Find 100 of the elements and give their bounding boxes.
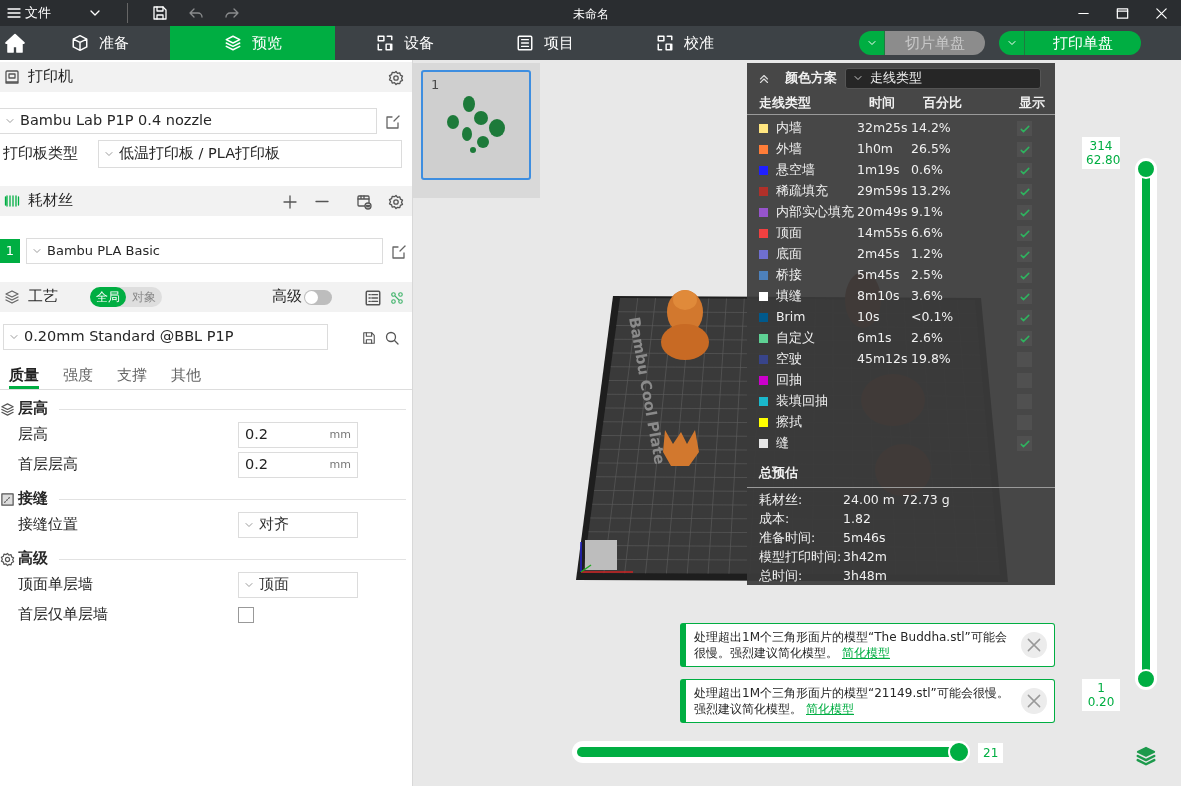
move-slider[interactable] [572,741,970,763]
column-header: 百分比 [923,94,963,113]
percent-value: <0.1% [911,308,955,327]
layer-slider[interactable] [1135,158,1157,690]
line-type-name: 缝 [776,434,790,453]
time-value: 1m19s [857,161,901,180]
visibility-checkbox[interactable] [1017,205,1032,220]
time-value: 2m45s [857,245,901,264]
move-value: 21 [978,743,1004,763]
printer-icon [4,69,20,85]
advanced-settings-icon [0,551,15,567]
percent-value: 0.6% [911,161,944,180]
tab[interactable]: 准备 [30,26,170,60]
time-value: 10s [857,308,881,327]
tab[interactable]: 项目 [475,26,615,60]
dropdown-button[interactable] [999,31,1025,55]
advanced-label: 高级 [272,287,302,307]
line-type-name: 桥接 [776,266,803,285]
option-label: 首层层高 [18,455,79,475]
group-title: 接缝 [18,489,48,509]
summary-value: 72.73 g [902,490,950,509]
group-title: 高级 [18,549,48,569]
time-value: 14m55s [857,224,909,243]
number-field[interactable]: 0.2 mm [238,452,358,478]
minimize-icon [1076,11,1091,15]
section-title: 打印机 [28,67,73,87]
time-value: 29m59s [857,182,909,201]
time-value: 1h0m [857,140,894,159]
option-dropdown[interactable]: 顶面 [238,572,358,598]
filament-preset-dropdown[interactable]: Bambu PLA Basic [26,238,383,264]
percent-value: 2.5% [911,266,944,285]
advanced-switch[interactable] [304,289,332,305]
tab[interactable]: 设备 [335,26,475,60]
plate-thumbnail[interactable]: 1 [421,70,531,180]
visibility-checkbox[interactable] [1017,163,1032,178]
percent-value: 26.5% [911,140,952,159]
process-icon [4,289,20,305]
printer-preset-dropdown[interactable]: Bambu Lab P1P 0.4 nozzle [0,108,377,134]
close-icon [1025,692,1043,710]
model-drawing [447,96,505,153]
visibility-checkbox[interactable] [1017,247,1032,262]
option-dropdown[interactable]: 对齐 [238,512,358,538]
percent-value: 1.2% [911,245,944,264]
home-icon [4,32,26,54]
line-type-name: 填缝 [776,287,803,306]
number-field[interactable]: 0.2 mm [238,422,358,448]
summary-label: 模型打印时间: [759,547,843,566]
settings-icon [388,193,404,210]
summary-title: 总预估 [747,454,1055,488]
layer-number: 314 [1088,139,1114,153]
dropdown-button[interactable] [859,31,885,55]
settings-tab[interactable]: 强度 [63,364,93,389]
slider-handle[interactable] [948,741,970,763]
list-icon [364,288,382,307]
minus-icon [314,200,330,203]
percent-value: 3.6% [911,287,944,306]
visibility-checkbox[interactable] [1017,142,1032,157]
checkbox[interactable] [238,607,254,623]
visibility-checkbox[interactable] [1017,310,1032,325]
time-value: 20m49s [857,203,909,222]
summary-value: 3h42m [843,547,888,566]
color-scheme-dropdown[interactable]: 走线类型 [845,67,1041,89]
visibility-checkbox[interactable] [1017,226,1032,241]
line-type-name: 底面 [776,245,803,264]
ams-icon [356,193,372,210]
visibility-checkbox[interactable] [1017,436,1032,451]
line-type-name: 顶面 [776,224,803,243]
percent-value: 6.6% [911,224,944,243]
plate-type-dropdown[interactable]: 低温打印板 / PLA打印板 [98,140,402,168]
file-menu-button[interactable]: 文件 [0,0,57,26]
summary-label: 准备时间: [759,528,817,547]
legend-title: 颜色方案 [785,68,837,87]
settings-tab[interactable]: 其他 [171,364,201,389]
plus-icon [282,193,298,210]
process-preset-dropdown[interactable]: 0.20mm Standard @BBL P1P [3,324,328,350]
layer-height: 0.20 [1086,695,1116,709]
option-label: 首层仅单层墙 [18,605,109,625]
summary-value: 1.82 [843,509,872,528]
settings-tab[interactable]: 质量 [9,364,39,389]
line-type-name: 空驶 [776,350,803,369]
slider-handle[interactable] [1136,159,1156,179]
layer-height-icon [0,401,15,417]
settings-tab[interactable]: 支撑 [117,364,147,389]
column-header: 时间 [869,94,896,113]
visibility-checkbox[interactable] [1017,331,1032,346]
close-icon [1025,636,1043,654]
line-type-name: 稀疏填充 [776,182,829,201]
visibility-checkbox[interactable] [1017,289,1032,304]
time-value: 5m45s [857,266,901,285]
line-type-name: 内墙 [776,119,803,138]
visibility-checkbox[interactable] [1017,184,1032,199]
visibility-checkbox[interactable] [1017,121,1032,136]
slider-handle[interactable] [1136,669,1156,689]
summary-label: 总时间: [759,566,804,585]
plate-label: Bambu Cool Plate [625,315,669,466]
option-label: 接缝位置 [18,515,79,535]
visibility-checkbox[interactable] [1017,268,1032,283]
line-type-name: 回抽 [776,371,803,390]
tab[interactable]: 校准 [615,26,755,60]
summary-label: 耗材丝: [759,490,804,509]
